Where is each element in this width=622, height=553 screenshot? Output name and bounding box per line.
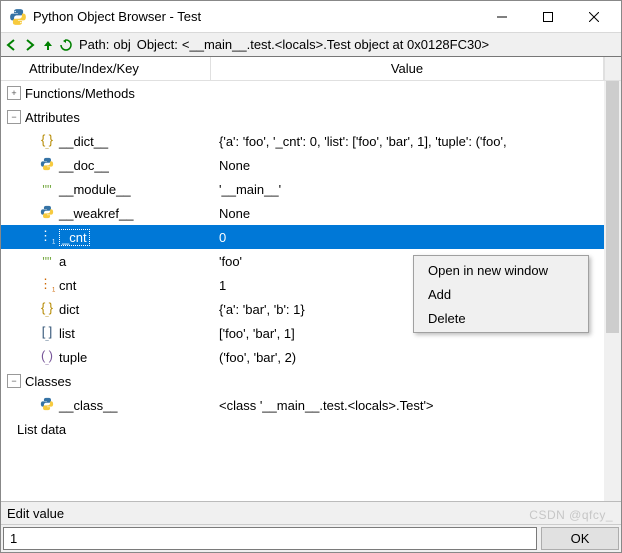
attr-key: dict [59, 302, 79, 317]
int-icon: ⋮1 [39, 276, 55, 294]
edit-value-label: Edit value [7, 506, 64, 521]
attr-key: __dict__ [59, 134, 108, 149]
list-data-label: List data [17, 422, 66, 437]
titlebar: Python Object Browser - Test [1, 1, 621, 33]
tree-row[interactable]: (_) tuple ('foo', 'bar', 2) [1, 345, 604, 369]
toolbar: Path: obj Object: <__main__.test.<locals… [1, 33, 621, 57]
back-button[interactable] [3, 35, 21, 55]
menu-item-delete[interactable]: Delete [416, 306, 586, 330]
dict-icon: {_} [39, 132, 55, 150]
minimize-button[interactable] [479, 2, 525, 32]
column-scroll-spacer [604, 57, 621, 80]
tree-row[interactable]: __doc__ None [1, 153, 604, 177]
context-menu: Open in new window Add Delete [413, 255, 589, 333]
scrollbar-thumb[interactable] [606, 81, 619, 333]
list-icon: [_] [39, 324, 55, 342]
attr-value: None [219, 206, 250, 221]
attr-value: 0 [219, 230, 226, 245]
attr-key: __module__ [59, 182, 131, 197]
group-label: Functions/Methods [25, 86, 135, 101]
tree-row[interactable]: {_} __dict__ {'a': 'foo', '_cnt': 0, 'li… [1, 129, 604, 153]
path-value: obj [113, 37, 130, 52]
path-label: Path: [79, 37, 109, 52]
object-label: Object: [137, 37, 178, 52]
column-headers: Attribute/Index/Key Value [1, 57, 621, 81]
column-key[interactable]: Attribute/Index/Key [1, 57, 211, 80]
vertical-scrollbar[interactable] [604, 81, 621, 501]
attr-value: {'a': 'foo', '_cnt': 0, 'list': ['foo', … [219, 134, 507, 149]
tree-group-attributes[interactable]: − Attributes [1, 105, 604, 129]
tree-group-classes[interactable]: − Classes [1, 369, 604, 393]
attr-key: __class__ [59, 398, 118, 413]
int-icon: ⋮1 [39, 228, 55, 246]
attr-value: {'a': 'bar', 'b': 1} [219, 302, 305, 317]
object-value: <__main__.test.<locals>.Test object at 0… [182, 37, 619, 52]
window-title: Python Object Browser - Test [33, 9, 479, 24]
menu-item-label: Delete [428, 311, 466, 326]
menu-item-label: Open in new window [428, 263, 548, 278]
tree-row[interactable]: __weakref__ None [1, 201, 604, 225]
tree-row[interactable]: "" __module__ '__main__' [1, 177, 604, 201]
attr-key: a [59, 254, 66, 269]
menu-item-add[interactable]: Add [416, 282, 586, 306]
ok-button-label: OK [571, 531, 590, 546]
group-label: Classes [25, 374, 71, 389]
group-label: Attributes [25, 110, 80, 125]
attr-key: _cnt [59, 229, 90, 246]
expand-icon[interactable]: + [7, 86, 21, 100]
tree-footer-listdata[interactable]: List data [1, 417, 604, 441]
attr-value: ['foo', 'bar', 1] [219, 326, 295, 341]
close-button[interactable] [571, 2, 617, 32]
tree-row[interactable]: __class__ <class '__main__.test.<locals>… [1, 393, 604, 417]
edit-value-input[interactable] [3, 527, 537, 550]
collapse-icon[interactable]: − [7, 110, 21, 124]
attr-key: list [59, 326, 75, 341]
edit-label-row: Edit value [1, 502, 621, 524]
menu-item-label: Add [428, 287, 451, 302]
attr-value: '__main__' [219, 182, 281, 197]
menu-item-open-new-window[interactable]: Open in new window [416, 258, 586, 282]
string-icon: "" [39, 254, 55, 269]
attr-value: 1 [219, 278, 226, 293]
column-value[interactable]: Value [211, 57, 604, 80]
python-icon [39, 205, 55, 221]
attr-value: None [219, 158, 250, 173]
attr-value: <class '__main__.test.<locals>.Test'> [219, 398, 434, 413]
dict-icon: {_} [39, 300, 55, 318]
up-button[interactable] [39, 35, 57, 55]
python-icon [39, 397, 55, 413]
collapse-icon[interactable]: − [7, 374, 21, 388]
python-icon [39, 157, 55, 173]
attr-key: __doc__ [59, 158, 109, 173]
attr-value: ('foo', 'bar', 2) [219, 350, 296, 365]
refresh-button[interactable] [57, 35, 75, 55]
attr-key: cnt [59, 278, 76, 293]
edit-row: OK [1, 524, 621, 552]
maximize-button[interactable] [525, 2, 571, 32]
python-app-icon [9, 8, 27, 26]
tuple-icon: (_) [39, 348, 55, 366]
attr-value: 'foo' [219, 254, 242, 269]
string-icon: "" [39, 182, 55, 197]
ok-button[interactable]: OK [541, 527, 619, 550]
tree-group-functions[interactable]: + Functions/Methods [1, 81, 604, 105]
attr-key: __weakref__ [59, 206, 133, 221]
tree-row-selected[interactable]: ⋮1 _cnt 0 [1, 225, 604, 249]
attr-key: tuple [59, 350, 87, 365]
forward-button[interactable] [21, 35, 39, 55]
